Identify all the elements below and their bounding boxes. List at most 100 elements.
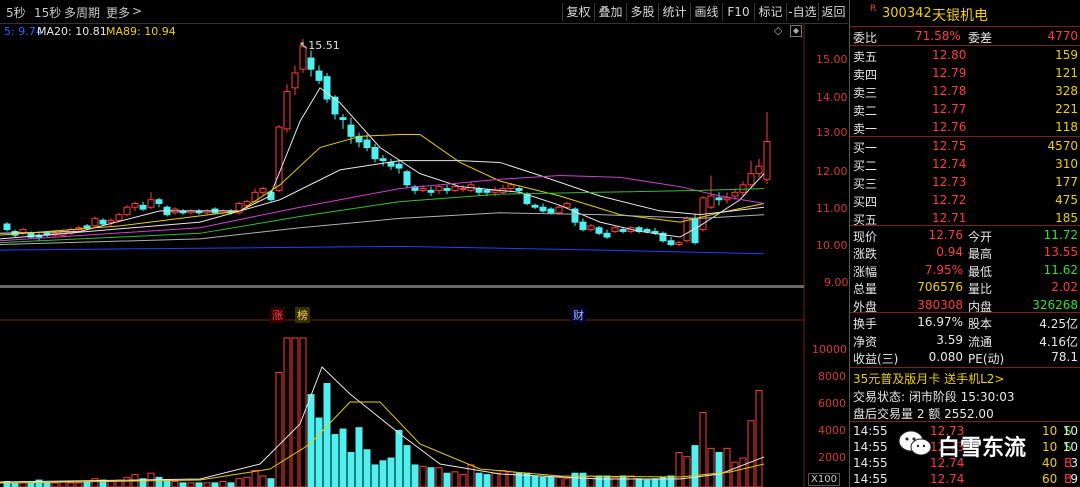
fund-label: 换手: [853, 317, 878, 331]
volume-bar: [547, 476, 555, 487]
diamond-icon[interactable]: ◇: [774, 24, 782, 37]
ask-row: 卖二 12.77 221: [850, 100, 1080, 119]
candle-body: [667, 240, 675, 246]
candle-body: [339, 117, 347, 121]
candle-body: [3, 223, 11, 231]
multi-stock-button[interactable]: 多股: [626, 3, 658, 21]
candle-body: [323, 76, 331, 100]
candle-body: [531, 204, 539, 208]
candle-body: [115, 214, 123, 221]
volume-bar: [715, 452, 723, 487]
ask-row: 卖四 12.79 121: [850, 64, 1080, 83]
volume-bar: [723, 447, 731, 487]
mark-button[interactable]: 标记: [754, 3, 786, 21]
bid-volume: 4570: [1047, 139, 1078, 153]
event-tag-finance[interactable]: 财: [571, 307, 586, 323]
volume-bar: [707, 447, 715, 487]
stock-code[interactable]: 300342: [882, 6, 932, 21]
stock-name[interactable]: 天银机电: [932, 5, 988, 25]
overlay-button[interactable]: 叠加: [594, 3, 626, 21]
volume-bar: [563, 478, 571, 487]
fund-label: 股本: [968, 317, 993, 331]
volume-bar: [459, 474, 467, 487]
candle-body: [83, 225, 91, 229]
volume-bar: [651, 478, 659, 487]
volume-bar: [27, 482, 35, 487]
scroll-arrow-icon[interactable]: ◆: [790, 25, 802, 37]
bid-price: 12.73: [932, 175, 967, 189]
ask-row: 卖三 12.78 328: [850, 82, 1080, 101]
candle-body: [419, 188, 427, 191]
volume-bar: [739, 457, 747, 487]
volume-bar: [195, 482, 203, 487]
fundamentals-row: 净资 3.59 流通 4.16亿: [850, 331, 1080, 350]
fund-label: 收益(三): [853, 352, 899, 366]
candle-body: [131, 202, 139, 208]
promo-text[interactable]: 35元普及版月卡 送手机L2>: [853, 370, 1004, 387]
chart-canvas[interactable]: [0, 24, 848, 487]
ma-line-gray: [0, 212, 765, 245]
volume-tick: 4000: [818, 424, 846, 437]
candle-body: [539, 206, 547, 212]
f10-button[interactable]: F10: [722, 3, 754, 21]
volume-bar: [691, 445, 699, 487]
volume-bar: [363, 449, 371, 487]
ask-label: 卖五: [853, 50, 878, 64]
bid-volume: 185: [1055, 211, 1078, 225]
candle-body: [683, 217, 691, 242]
ask-volume: 159: [1055, 48, 1078, 62]
candle-body: [155, 199, 163, 204]
kline-chart[interactable]: 5: 9.74 MA20: 10.81 MA89: 10.94 ◇ ◆ ↖15.…: [0, 24, 849, 487]
volume-bar: [331, 434, 339, 487]
volume-bar: [403, 445, 411, 487]
volume-bar: [187, 482, 195, 487]
back-button[interactable]: 返回: [818, 3, 848, 21]
volume-bar: [275, 371, 283, 487]
candle-body: [291, 72, 299, 89]
price-tick: 12.00: [816, 165, 848, 178]
candle-body: [315, 70, 323, 81]
timeframe-5s[interactable]: 5秒: [6, 4, 26, 21]
ma20-legend: MA20: 10.81: [37, 25, 107, 38]
ask-price: 12.76: [932, 120, 967, 134]
event-tag-limit-up[interactable]: 涨: [270, 307, 285, 323]
tick-time: 14:55: [853, 472, 888, 486]
volume-bar: [51, 482, 59, 487]
promo-banner[interactable]: 35元普及版月卡 送手机L2>: [850, 368, 1080, 387]
timeframe-multi[interactable]: 多周期: [64, 4, 100, 21]
volume-bar: [179, 482, 187, 487]
quote-value: 0.94: [936, 245, 963, 260]
fund-value: 4.25亿: [1039, 317, 1078, 331]
ask-price: 12.77: [932, 102, 967, 116]
quote-value: 2.02: [1051, 280, 1078, 295]
draw-line-button[interactable]: 画线: [690, 3, 722, 21]
ask-label: 卖二: [853, 104, 878, 118]
statistics-button[interactable]: 统计: [658, 3, 690, 21]
volume-bar: [339, 428, 347, 487]
volume-bar: [75, 482, 83, 487]
candle-body: [731, 191, 739, 197]
timeframe-more[interactable]: 更多: [106, 4, 130, 21]
volume-bar: [475, 472, 483, 487]
candle-body: [515, 188, 523, 191]
candle-body: [611, 227, 619, 232]
chevron-right-icon[interactable]: >: [132, 4, 142, 18]
watchlist-remove-button[interactable]: -自选: [786, 3, 818, 21]
stock-header: R 300342 天银机电: [850, 4, 1080, 25]
volume-bar: [675, 452, 683, 487]
bid-price: 12.71: [932, 211, 967, 225]
quote-value: 380308: [917, 297, 963, 312]
price-tick: 15.00: [816, 53, 848, 66]
candle-body: [451, 186, 459, 191]
volume-bar: [235, 478, 243, 487]
ma-line-white-2: [0, 160, 765, 240]
candle-body: [307, 57, 315, 70]
adjust-button[interactable]: 复权: [562, 3, 594, 21]
volume-bar: [283, 337, 291, 487]
candle-body: [715, 197, 723, 201]
candle-body: [739, 184, 747, 193]
candle-body: [491, 189, 499, 193]
volume-bar: [435, 467, 443, 487]
timeframe-15s[interactable]: 15秒: [34, 4, 61, 21]
event-tag-ranking[interactable]: 榜: [295, 307, 310, 323]
